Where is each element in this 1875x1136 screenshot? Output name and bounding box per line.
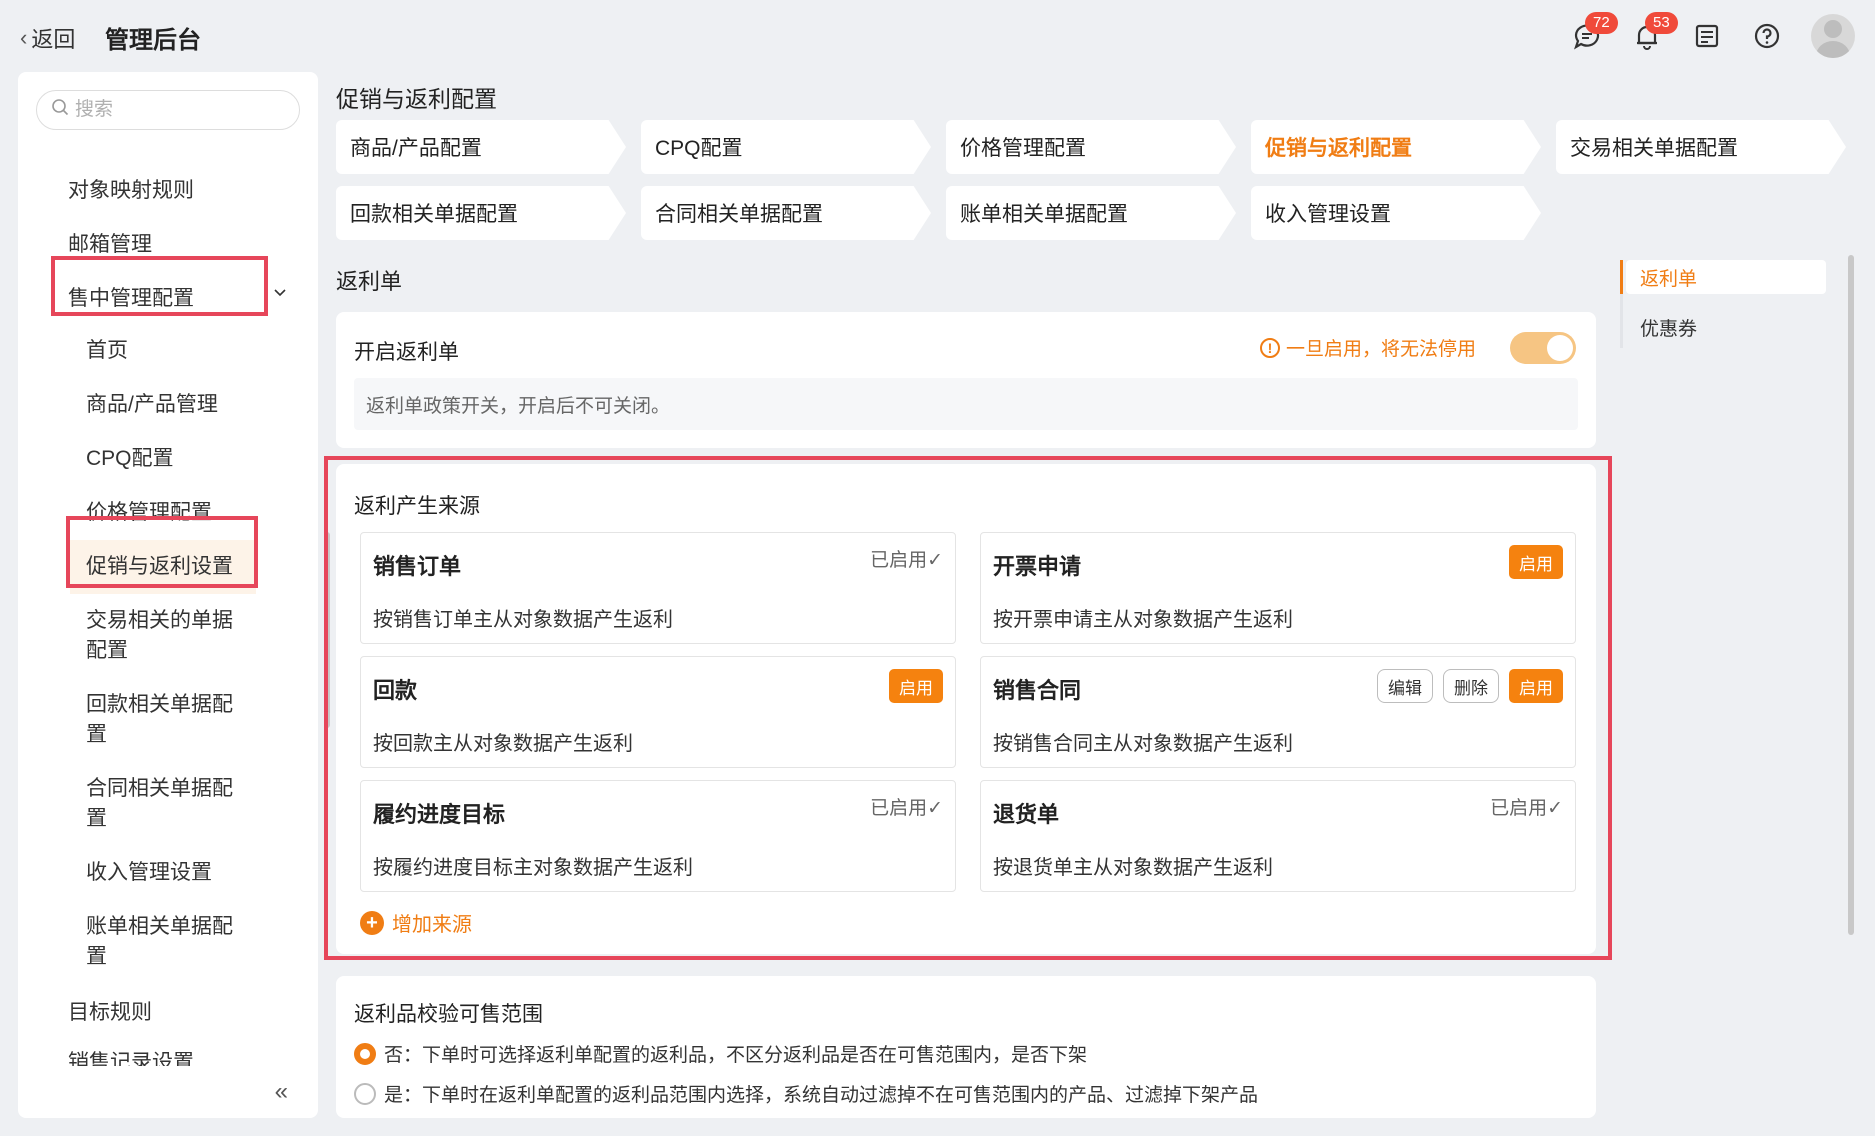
chevron-down-icon [272,284,288,307]
search-box[interactable] [36,90,300,130]
enable-rebate-card: 开启返利单 ! 一旦启用，将无法停用 返利单政策开关，开启后不可关闭。 [336,312,1596,448]
notification-badge: 53 [1645,12,1678,34]
sidebar-item-bill-docs[interactable]: 账单相关单据配置 [18,900,308,984]
collapse-sidebar-icon[interactable]: « [275,1078,288,1106]
radio-no[interactable] [354,1042,376,1065]
enable-rebate-description: 返利单政策开关，开启后不可关闭。 [354,378,1578,430]
sidebar-item-sales-record[interactable]: 销售记录设置 [18,1038,308,1066]
app-title: 管理后台 [105,27,201,54]
search-icon [51,98,69,122]
rebate-section-title: 返利单 [336,269,403,294]
tab-product[interactable]: 商品/产品配置 [336,120,626,174]
sidebar-item-product-mgmt[interactable]: 商品/产品管理 [18,378,308,432]
notice-board-icon [1695,24,1719,48]
tab-price[interactable]: 价格管理配置 [946,120,1236,174]
tab-revenue[interactable]: 收入管理设置 [1251,186,1541,240]
scope-option-no[interactable]: 否：下单时可选择返利单配置的返利品，不区分返利品是否在可售范围内，是否下架 [354,1040,1087,1067]
sidebar-item-contract-docs[interactable]: 合同相关单据配置 [18,762,308,846]
sidebar-item-trade-docs[interactable]: 交易相关的单据配置 [18,594,308,678]
notification-button[interactable]: 53 [1631,12,1678,52]
avatar[interactable] [1811,14,1855,58]
enable-rebate-title: 开启返利单 [354,341,459,364]
highlight-rebate-source [324,456,1612,960]
anchor-item-rebate[interactable]: 返利单 [1626,260,1826,294]
main-content: 促销与返利配置 商品/产品配置 CPQ配置 价格管理配置 促销与返利配置 交易相… [324,72,1856,1118]
sidebar-item-home[interactable]: 首页 [18,324,308,378]
enable-rebate-toggle[interactable] [1510,332,1576,364]
anchor-item-coupon[interactable]: 优惠券 [1626,310,1826,344]
tab-payment-docs[interactable]: 回款相关单据配置 [336,186,626,240]
sidebar: 对象映射规则 邮箱管理 售中管理配置 首页 商品/产品管理 CPQ配置 价格管理… [18,72,330,1118]
search-input[interactable] [75,99,275,121]
scope-option-no-label: 否：下单时可选择返利单配置的返利品，不区分返利品是否在可售范围内，是否下架 [384,1045,1088,1066]
back-label: 返回 [31,27,76,52]
tab-bill-docs[interactable]: 账单相关单据配置 [946,186,1236,240]
radio-yes[interactable] [354,1082,376,1105]
tab-contract-docs[interactable]: 合同相关单据配置 [641,186,931,240]
scope-option-yes[interactable]: 是：下单时在返利单配置的返利品范围内选择，系统自动过滤掉不在可售范围内的产品、过… [354,1080,1258,1107]
highlight-sales-mgmt [51,256,268,316]
back-button[interactable]: ‹ 返回 [20,22,75,54]
anchor-active-indicator [1620,260,1623,294]
announcement-button[interactable] [1691,20,1723,52]
top-icons: 72 53 [1571,12,1855,58]
warning-message: ! 一旦启用，将无法停用 [1259,334,1476,361]
message-button[interactable]: 72 [1571,12,1618,52]
main-scrollbar[interactable] [1848,255,1854,935]
highlight-promo-rebate [66,516,258,588]
warning-icon: ! [1259,337,1280,358]
question-circle-icon [1754,23,1780,49]
top-bar: ‹ 返回 管理后台 72 53 [0,0,1875,72]
page-title: 促销与返利配置 [336,86,497,112]
help-button[interactable] [1751,20,1783,52]
sellable-scope-card: 返利品校验可售范围 否：下单时可选择返利单配置的返利品，不区分返利品是否在可售范… [336,976,1596,1118]
sidebar-item-cpq[interactable]: CPQ配置 [18,432,308,486]
sellable-scope-title: 返利品校验可售范围 [354,1003,543,1026]
tab-cpq[interactable]: CPQ配置 [641,120,931,174]
warning-text: 一旦启用，将无法停用 [1285,339,1476,360]
scope-option-yes-label: 是：下单时在返利单配置的返利品范围内选择，系统自动过滤掉不在可售范围内的产品、过… [384,1085,1259,1106]
sidebar-item-revenue[interactable]: 收入管理设置 [18,846,308,900]
chevron-left-icon: ‹ [20,25,28,50]
tab-trade-docs[interactable]: 交易相关单据配置 [1556,120,1846,174]
message-badge: 72 [1585,12,1618,34]
sidebar-item-object-mapping[interactable]: 对象映射规则 [18,162,308,216]
sidebar-item-payment-docs[interactable]: 回款相关单据配置 [18,678,308,762]
tab-promo-rebate[interactable]: 促销与返利配置 [1251,120,1541,174]
sidebar-item-target-rules[interactable]: 目标规则 [18,984,308,1038]
